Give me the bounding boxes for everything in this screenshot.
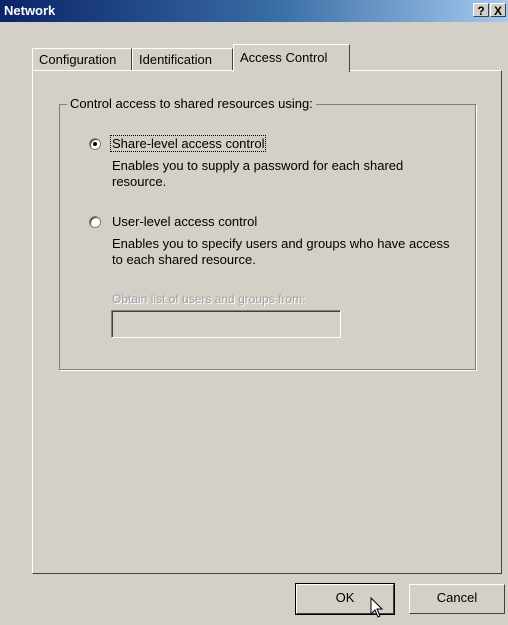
tab-access-control[interactable]: Access Control	[233, 44, 350, 72]
groupbox-label: Control access to shared resources using…	[67, 96, 316, 111]
close-icon[interactable]: X	[490, 3, 506, 18]
obtain-list-label: Obtain list of users and groups from:	[112, 292, 306, 306]
user-level-description: Enables you to specify users and groups …	[112, 236, 450, 267]
user-level-label[interactable]: User-level access control	[112, 214, 257, 229]
share-level-text: Share-level access control	[110, 135, 267, 152]
window-title: Network	[4, 3, 56, 18]
radio-selected-icon	[93, 142, 97, 146]
share-level-label[interactable]: Share-level access control	[110, 135, 267, 152]
mouse-cursor-icon	[370, 597, 384, 618]
obtain-list-input	[111, 310, 341, 338]
title-bar: Network ? X	[0, 0, 508, 22]
tab-label: Configuration	[39, 52, 117, 67]
share-level-description: Enables you to supply a password for eac…	[112, 158, 404, 189]
tab-label: Access Control	[240, 50, 328, 65]
tab-identification[interactable]: Identification	[132, 48, 233, 70]
share-level-radio[interactable]	[89, 138, 101, 150]
tab-label: Identification	[139, 52, 212, 67]
help-icon[interactable]: ?	[473, 3, 489, 18]
cancel-button[interactable]: Cancel	[409, 584, 505, 614]
tab-configuration[interactable]: Configuration	[32, 48, 132, 70]
user-level-radio[interactable]	[89, 216, 101, 228]
